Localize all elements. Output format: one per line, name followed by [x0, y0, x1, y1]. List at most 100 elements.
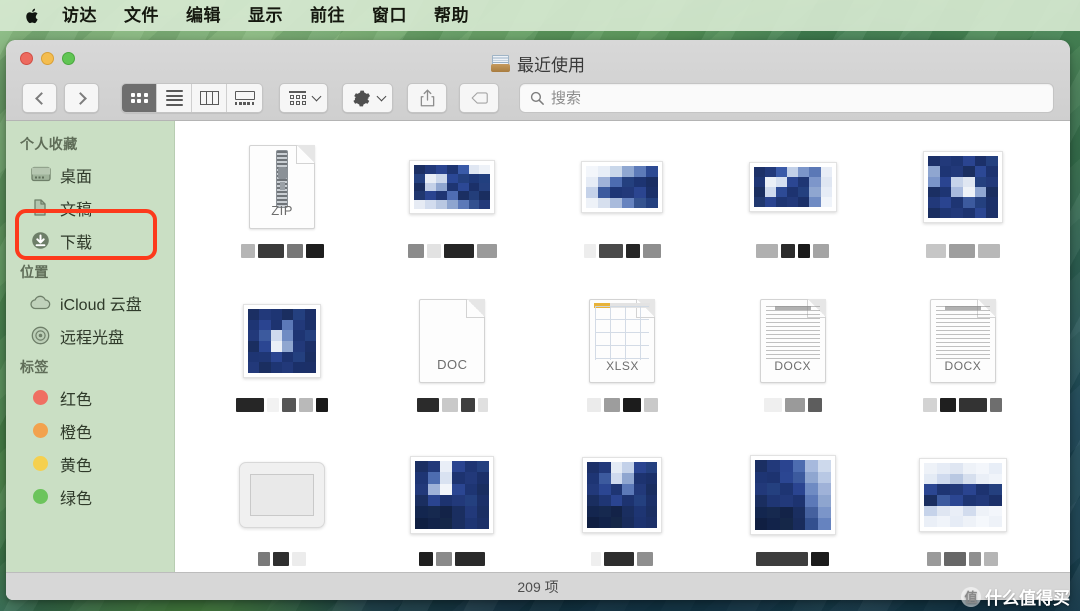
file-name-redacted	[562, 243, 682, 259]
back-button[interactable]	[22, 83, 57, 113]
remote-disc-icon	[30, 326, 51, 345]
menu-bar: 访达 文件 编辑 显示 前往 窗口 帮助	[0, 0, 1080, 31]
file-icon-image	[572, 445, 672, 545]
add-tag-button[interactable]	[459, 83, 499, 113]
back-arrow-icon	[34, 91, 48, 105]
search-field[interactable]	[519, 83, 1054, 113]
icon-view-button[interactable]	[122, 84, 157, 112]
file-name-redacted	[222, 551, 342, 567]
sidebar-item-label: iCloud 云盘	[60, 296, 142, 314]
file-name-redacted	[903, 397, 1023, 413]
tag-dot-icon	[30, 421, 51, 440]
file-item[interactable]	[197, 281, 367, 435]
forward-button[interactable]	[64, 83, 99, 113]
file-item[interactable]: DOCX	[878, 281, 1048, 435]
menu-item-window[interactable]: 窗口	[372, 7, 407, 24]
chevron-down-icon	[311, 91, 322, 102]
columns-icon	[199, 91, 219, 105]
file-item[interactable]: DOC	[367, 281, 537, 435]
file-extension-label: DOC	[437, 357, 468, 372]
tag-dot-icon	[30, 454, 51, 473]
list-view-button[interactable]	[157, 84, 192, 112]
downloads-icon	[30, 231, 51, 250]
sidebar-item-label: 橙色	[60, 424, 93, 442]
file-icon-docx: DOCX	[743, 291, 843, 391]
share-button[interactable]	[407, 83, 447, 113]
file-icon-image	[572, 137, 672, 237]
file-item[interactable]	[537, 435, 707, 572]
file-name-redacted	[222, 243, 342, 259]
sidebar-item-remote-disc[interactable]: 远程光盘	[6, 319, 174, 352]
gear-icon	[353, 90, 371, 106]
file-name-redacted	[392, 397, 512, 413]
menu-item-edit[interactable]: 编辑	[186, 7, 221, 24]
file-item[interactable]	[708, 127, 878, 281]
sidebar-item-tag-orange[interactable]: 橙色	[6, 414, 174, 447]
action-gear-button[interactable]	[342, 83, 393, 113]
menu-item-file[interactable]: 文件	[124, 7, 159, 24]
file-grid: ZIP DOC XLSX DOCX DOCX	[175, 121, 1070, 572]
menu-item-finder[interactable]: 访达	[62, 7, 97, 24]
file-name-redacted	[562, 551, 682, 567]
file-extension-label: XLSX	[606, 359, 639, 373]
sidebar-header-tags: 标签	[20, 359, 49, 375]
view-mode-segmented-control	[121, 83, 263, 113]
file-extension-label: DOCX	[944, 359, 982, 373]
apple-logo-icon[interactable]	[22, 5, 42, 27]
file-icon-image	[743, 137, 843, 237]
file-name-redacted	[733, 551, 853, 567]
icloud-icon	[30, 293, 51, 312]
file-item[interactable]: ZIP	[197, 127, 367, 281]
file-item[interactable]	[878, 435, 1048, 572]
file-item[interactable]	[708, 435, 878, 572]
search-input[interactable]	[551, 89, 1043, 107]
share-icon	[420, 89, 434, 107]
file-icon-window	[232, 445, 332, 545]
sidebar-item-label: 黄色	[60, 457, 93, 475]
column-view-button[interactable]	[192, 84, 227, 112]
forward-arrow-icon	[73, 91, 87, 105]
file-icon-image	[743, 445, 843, 545]
file-icon-image	[232, 291, 332, 391]
status-bar: 209 项	[6, 572, 1070, 600]
file-extension-label: DOCX	[774, 359, 812, 373]
sidebar-item-label: 远程光盘	[60, 329, 125, 347]
menu-item-view[interactable]: 显示	[248, 7, 283, 24]
sidebar-item-desktop[interactable]: 桌面	[6, 158, 174, 191]
sidebar-item-tag-green[interactable]: 绿色	[6, 480, 174, 513]
window-titlebar: 最近使用	[6, 40, 1070, 121]
file-extension-label: ZIP	[271, 203, 293, 218]
sidebar-item-documents[interactable]: 文稿	[6, 191, 174, 224]
sidebar-item-label: 文稿	[60, 201, 93, 219]
file-item[interactable]	[878, 127, 1048, 281]
group-by-button[interactable]	[279, 83, 328, 113]
file-grid-area[interactable]: ZIP DOC XLSX DOCX DOCX	[175, 121, 1070, 572]
gallery-view-button[interactable]	[227, 84, 262, 112]
sidebar-item-label: 绿色	[60, 490, 93, 508]
window-body: 个人收藏 桌面 文稿 下载 位置 iCloud 云盘 远程光盘 标签 红色 橙色…	[6, 121, 1070, 572]
sidebar-item-icloud-drive[interactable]: iCloud 云盘	[6, 286, 174, 319]
menu-item-go[interactable]: 前往	[310, 7, 345, 24]
chevron-down-icon	[376, 91, 387, 102]
file-item[interactable]	[367, 127, 537, 281]
file-item[interactable]	[197, 435, 367, 572]
file-item[interactable]	[537, 127, 707, 281]
sidebar-item-downloads[interactable]: 下载	[6, 224, 174, 257]
tag-dot-icon	[30, 388, 51, 407]
file-icon-image	[402, 445, 502, 545]
file-icon-image	[913, 137, 1013, 237]
file-icon-image	[402, 137, 502, 237]
sidebar-item-tag-red[interactable]: 红色	[6, 381, 174, 414]
file-name-redacted	[733, 397, 853, 413]
file-item[interactable]: XLSX	[537, 281, 707, 435]
file-name-redacted	[222, 397, 342, 413]
file-icon-docx: DOCX	[913, 291, 1013, 391]
sidebar-item-tag-yellow[interactable]: 黄色	[6, 447, 174, 480]
file-item[interactable]: DOCX	[708, 281, 878, 435]
item-count-label: 209 项	[517, 578, 559, 595]
menu-item-help[interactable]: 帮助	[434, 7, 469, 24]
file-item[interactable]	[367, 435, 537, 572]
documents-icon	[30, 198, 51, 217]
file-name-redacted	[903, 243, 1023, 259]
watermark-logo: 值	[961, 586, 981, 607]
